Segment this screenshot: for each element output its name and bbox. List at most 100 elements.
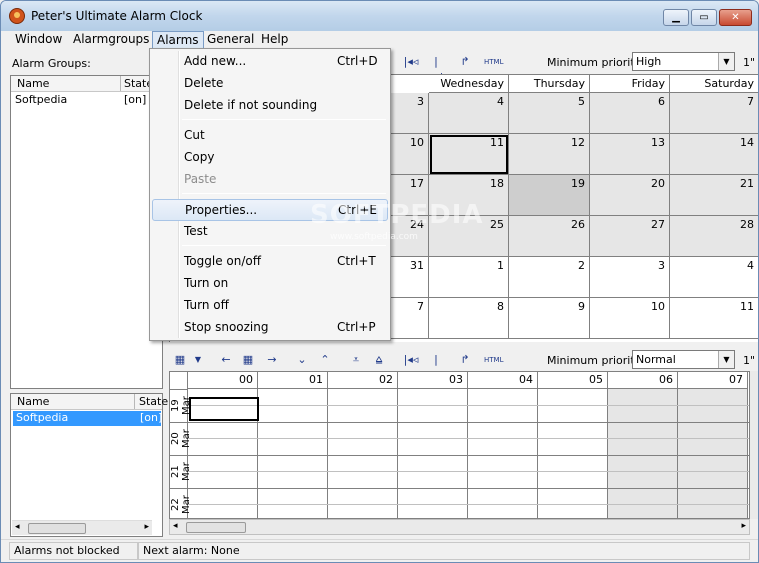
window-title: Peter's Ultimate Alarm Clock: [31, 9, 203, 23]
view-mode-icon[interactable]: ▦: [171, 352, 189, 368]
hour-header: 00: [188, 372, 258, 389]
last-page-icon[interactable]: |◂▸|: [427, 54, 445, 84]
time-gridline: [188, 438, 749, 439]
menu-item-delete-if-not-sounding[interactable]: Delete if not sounding: [152, 95, 388, 117]
toolbar-overflow: 1": [743, 56, 756, 69]
scroll-left-icon[interactable]: ◂: [15, 522, 20, 532]
group-name: Softpedia: [15, 93, 68, 106]
day-timeline[interactable]: 00 01 02 03 04 05 06 07 19 Mar 20 Mar 21 Mar 22 Mar: [169, 371, 750, 519]
menu-window[interactable]: Window: [11, 31, 66, 49]
hour-column[interactable]: [468, 389, 538, 518]
calendar-day-cell[interactable]: 25: [429, 216, 509, 257]
hour-column[interactable]: [258, 389, 328, 518]
zoom-in-icon[interactable]: ⩠: [370, 352, 388, 368]
scroll-thumb[interactable]: [186, 522, 246, 533]
alarm-groups-list[interactable]: Name State Softpedia [on]: [10, 75, 163, 389]
maximize-button[interactable]: ▭: [691, 9, 717, 26]
column-name[interactable]: Name: [17, 395, 49, 408]
timeline-horizontal-scrollbar[interactable]: ◂ ▸: [169, 519, 750, 535]
status-blocked: Alarms not blocked: [9, 542, 138, 560]
redo-icon[interactable]: ↱: [456, 54, 474, 70]
hour-header: 01: [258, 372, 328, 389]
first-page-icon[interactable]: |◂◃: [402, 352, 420, 368]
collapse-icon[interactable]: ⌄: [293, 352, 311, 368]
redo-icon[interactable]: ↱: [456, 352, 474, 368]
calendar-day-cell[interactable]: 7: [670, 93, 758, 134]
calendar-day-cell[interactable]: 19: [509, 175, 590, 216]
calendar-day-cell[interactable]: 11: [429, 134, 509, 175]
minimize-button[interactable]: ▁: [663, 9, 689, 26]
alarms-list[interactable]: Name State Softpedia [on] ◂ ▸: [10, 393, 168, 537]
menu-item-add-new[interactable]: Add new... Ctrl+D: [152, 51, 388, 73]
menu-item-turn-on[interactable]: Turn on: [152, 273, 388, 295]
menu-item-turn-off[interactable]: Turn off: [152, 295, 388, 317]
list-item[interactable]: Softpedia [on]: [11, 93, 147, 108]
menu-alarms[interactable]: Alarms: [152, 31, 204, 49]
priority-dropdown[interactable]: High ▼: [632, 52, 735, 71]
list-item[interactable]: Softpedia [on]: [13, 411, 162, 426]
priority-dropdown[interactable]: Normal ▼: [632, 350, 735, 369]
hour-column[interactable]: [678, 389, 748, 518]
menu-help[interactable]: Help: [257, 31, 292, 49]
selected-slot[interactable]: [189, 397, 259, 421]
calendar-day-cell[interactable]: 27: [590, 216, 670, 257]
last-page-icon[interactable]: |◂▸|: [427, 352, 445, 382]
expand-icon[interactable]: ⌃: [316, 352, 334, 368]
scroll-left-icon[interactable]: ◂: [173, 521, 178, 531]
close-button[interactable]: ✕: [719, 9, 752, 26]
calendar-day-cell[interactable]: 1: [429, 257, 509, 298]
vertical-scrollbar[interactable]: [750, 371, 758, 519]
calendar-day-cell[interactable]: 8: [429, 298, 509, 339]
menu-general[interactable]: General: [203, 31, 258, 49]
calendar-day-cell[interactable]: 11: [670, 298, 758, 339]
hour-column[interactable]: [608, 389, 678, 518]
menu-item-paste[interactable]: Paste: [152, 169, 388, 191]
hour-column[interactable]: [538, 389, 608, 518]
arrow-left-icon[interactable]: ←: [217, 352, 235, 368]
menu-item-delete[interactable]: Delete: [152, 73, 388, 95]
menu-item-cut[interactable]: Cut: [152, 125, 388, 147]
calendar-day-cell[interactable]: 6: [590, 93, 670, 134]
html-export-icon[interactable]: HTML: [484, 352, 503, 368]
arrow-right-icon[interactable]: →: [263, 352, 281, 368]
menu-item-stop-snoozing[interactable]: Stop snoozing Ctrl+P: [152, 317, 388, 339]
hour-header: 06: [608, 372, 678, 389]
menu-item-label: Cut: [184, 128, 205, 142]
calendar-day-cell[interactable]: 5: [509, 93, 590, 134]
date-label: 21 Mar: [170, 455, 192, 488]
menu-item-test[interactable]: Test: [152, 221, 388, 243]
dropdown-arrow-icon[interactable]: ▼: [189, 352, 207, 368]
scroll-right-icon[interactable]: ▸: [741, 521, 746, 531]
calendar-day-cell[interactable]: 2: [509, 257, 590, 298]
calendar-day-cell[interactable]: 28: [670, 216, 758, 257]
html-export-icon[interactable]: HTML: [484, 54, 503, 70]
first-page-icon[interactable]: |◂◃: [402, 54, 420, 70]
calendar-day-cell[interactable]: 26: [509, 216, 590, 257]
calendar-day-cell[interactable]: 21: [670, 175, 758, 216]
hour-column[interactable]: [398, 389, 468, 518]
scroll-right-icon[interactable]: ▸: [144, 522, 149, 532]
calendar-day-cell[interactable]: 3: [590, 257, 670, 298]
column-state[interactable]: State: [139, 395, 168, 408]
calendar-day-cell[interactable]: 4: [670, 257, 758, 298]
column-name[interactable]: Name: [17, 77, 49, 90]
scroll-thumb[interactable]: [28, 523, 86, 534]
menu-item-copy[interactable]: Copy: [152, 147, 388, 169]
calendar-day-cell[interactable]: 13: [590, 134, 670, 175]
calendar-day-cell[interactable]: 18: [429, 175, 509, 216]
zoom-out-icon[interactable]: ⩡: [347, 352, 365, 368]
calendar-day-cell[interactable]: 14: [670, 134, 758, 175]
hour-column[interactable]: [328, 389, 398, 518]
menu-item-properties[interactable]: Properties... Ctrl+E: [152, 199, 388, 221]
calendar-day-cell[interactable]: 9: [509, 298, 590, 339]
calendar-day-cell[interactable]: 20: [590, 175, 670, 216]
menu-alarmgroups[interactable]: Alarmgroups: [69, 31, 153, 49]
horizontal-scrollbar[interactable]: ◂ ▸: [12, 520, 152, 535]
date-label: 22 Mar: [170, 488, 192, 518]
grid-icon[interactable]: ▦: [239, 352, 257, 368]
min-priority-label: Minimum priority:: [547, 56, 645, 69]
calendar-day-cell[interactable]: 4: [429, 93, 509, 134]
calendar-day-cell[interactable]: 10: [590, 298, 670, 339]
calendar-day-cell[interactable]: 12: [509, 134, 590, 175]
menu-item-toggle-on-off[interactable]: Toggle on/off Ctrl+T: [152, 251, 388, 273]
